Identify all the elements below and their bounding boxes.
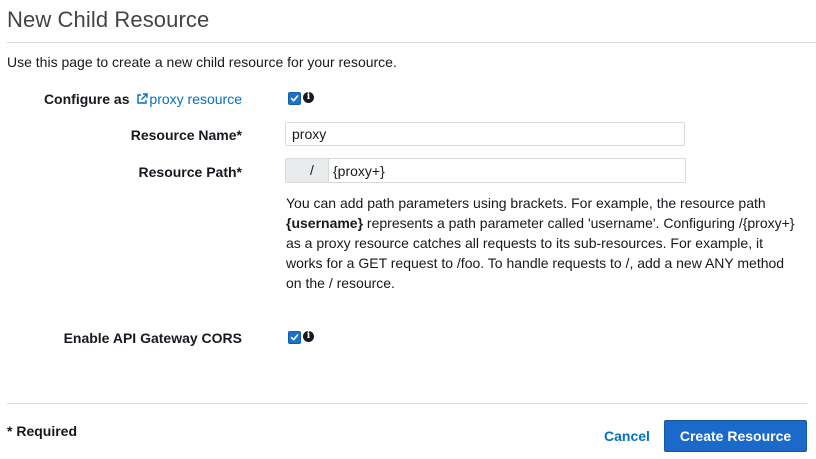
resource-path-prefix: / [286,159,329,182]
help-line-3: as a proxy resource catches all requests… [286,235,763,251]
page-title: New Child Resource [7,7,210,32]
resource-path-input[interactable] [329,159,685,182]
footer-divider [7,403,807,404]
configure-as-text: Configure as [43,91,130,107]
resource-path-help-text: You can add path parameters using bracke… [286,193,816,293]
help-line-4: works for a GET request to /foo. To hand… [286,255,785,271]
configure-proxy-checkbox[interactable] [288,92,301,105]
configure-proxy-label: Configure as proxy resource [44,91,242,107]
cors-label: Enable API Gateway CORS [63,330,242,346]
help-line-1: You can add path parameters using bracke… [286,195,766,211]
help-line-2: {username} represents a path parameter c… [286,213,816,233]
external-link-icon [137,93,149,104]
title-divider [7,42,816,43]
cancel-button[interactable]: Cancel [598,421,656,451]
cors-checkbox[interactable] [288,331,301,344]
resource-name-label: Resource Name* [130,127,242,143]
info-icon[interactable]: i [303,331,314,342]
resource-path-field: / [285,158,686,183]
help-username-param: {username} [286,215,364,231]
resource-name-input[interactable] [285,122,685,146]
resource-path-label: Resource Path* [138,164,242,180]
help-line-5: on the / resource. [286,275,395,291]
new-child-resource-page: New Child Resource Use this page to crea… [0,0,816,459]
page-description: Use this page to create a new child reso… [7,54,397,70]
required-note: * Required [7,423,78,439]
create-resource-button[interactable]: Create Resource [664,420,807,452]
info-icon[interactable]: i [303,92,314,103]
proxy-resource-link[interactable]: proxy resource [133,91,242,107]
check-icon [290,334,299,341]
proxy-resource-link-text: proxy resource [149,91,242,107]
help-line-2-rest: represents a path parameter called 'user… [363,215,795,231]
check-icon [290,95,299,102]
